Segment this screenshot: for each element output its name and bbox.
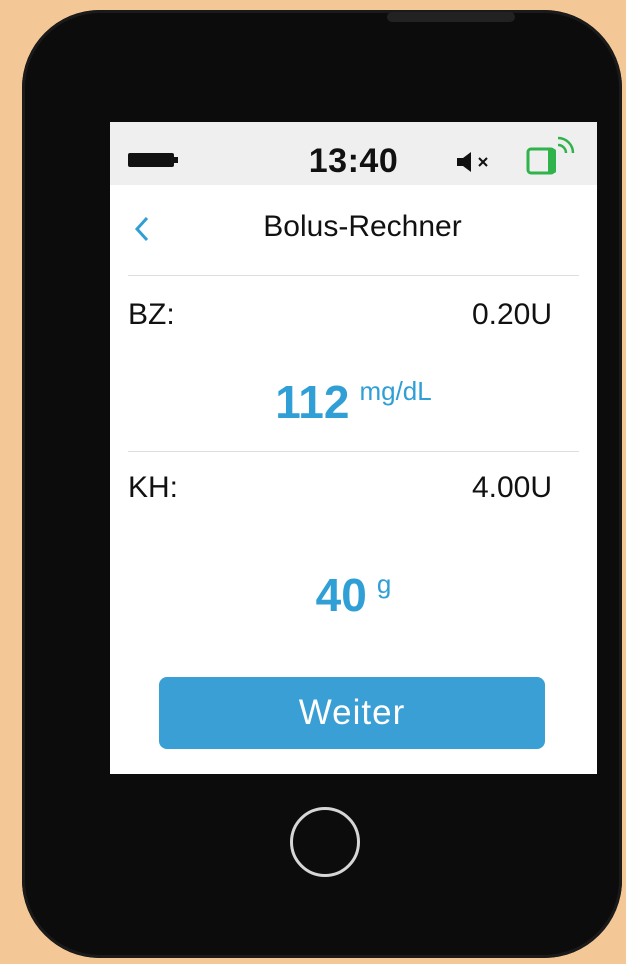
- bz-label: BZ:: [128, 298, 175, 331]
- status-time: 13:40: [308, 142, 399, 180]
- kh-unit: g: [376, 569, 392, 599]
- status-bar: 13:40: [110, 122, 597, 185]
- kh-insulin-units: 4.00U: [471, 471, 552, 504]
- divider: [128, 451, 579, 452]
- next-button[interactable]: Weiter: [159, 677, 545, 749]
- kh-label: KH:: [128, 471, 179, 504]
- kh-value-display[interactable]: 40 g: [110, 568, 597, 622]
- divider: [128, 275, 579, 276]
- kh-value: 40: [315, 569, 367, 621]
- screen: 13:40 Bolus-Rechner BZ: 0.20U 112 mg/dL …: [110, 122, 597, 774]
- nav-bar: Bolus-Rechner: [110, 185, 597, 275]
- device-connected-icon: [526, 136, 575, 175]
- bz-value-display[interactable]: 112 mg/dL: [110, 375, 597, 429]
- bz-unit: mg/dL: [359, 376, 432, 406]
- bz-insulin-units: 0.20U: [471, 298, 552, 331]
- bz-value: 112: [275, 376, 350, 428]
- device-frame: 13:40 Bolus-Rechner BZ: 0.20U 112 mg/dL …: [22, 10, 622, 958]
- speaker-muted-icon: [457, 152, 488, 172]
- home-button[interactable]: [290, 807, 360, 877]
- side-button[interactable]: [387, 12, 515, 22]
- page-title: Bolus-Rechner: [263, 210, 462, 243]
